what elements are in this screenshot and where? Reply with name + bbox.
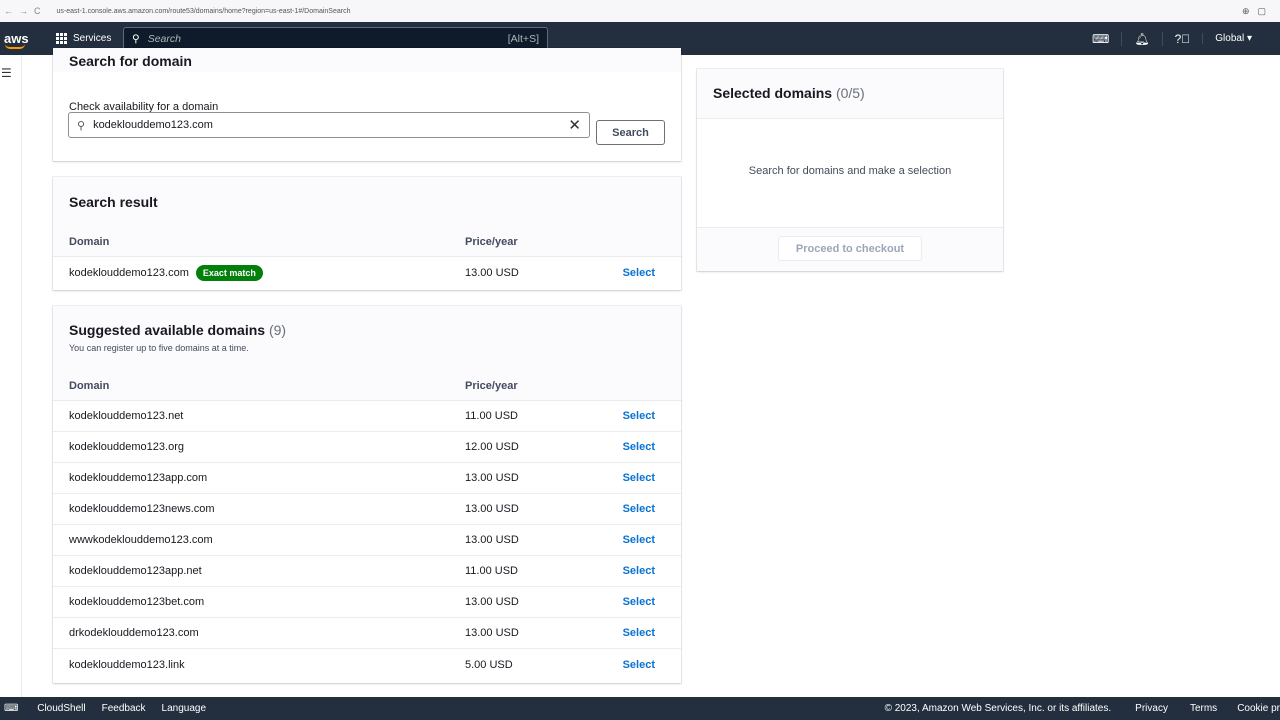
select-button[interactable]: Select — [605, 410, 665, 422]
aws-logo[interactable]: aws — [4, 31, 40, 49]
price: 13.00 USD — [465, 472, 519, 484]
search-panel: Search for domain Check availability for… — [53, 48, 681, 161]
services-menu[interactable]: Services — [56, 33, 111, 44]
domain-name: kodeklouddemo123.net — [69, 410, 184, 422]
table-row: kodeklouddemo123.net 11.00 USD Select — [53, 401, 681, 432]
select-button[interactable]: Select — [605, 441, 665, 453]
domain-name: kodeklouddemo123.com — [69, 266, 189, 279]
address-bar[interactable]: us-east-1.console.aws.amazon.com/route53… — [57, 8, 351, 15]
domain-name: drkodeklouddemo123.com — [69, 627, 199, 639]
search-result-title: Search result — [69, 194, 158, 210]
bell-icon[interactable]: 🔔︎ — [1121, 31, 1161, 46]
price: 13.00 USD — [465, 503, 519, 515]
copyright: © 2023, Amazon Web Services, Inc. or its… — [884, 703, 1112, 714]
col-domain: Domain — [69, 235, 110, 248]
table-row: kodeklouddemo123app.com 13.00 USD Select — [53, 463, 681, 494]
global-search-input[interactable]: ⚲ Search [Alt+S] — [123, 27, 548, 50]
domain-name: kodeklouddemo123.link — [69, 658, 185, 671]
suggested-count: (9) — [268, 322, 287, 338]
terms-link[interactable]: Terms — [1190, 703, 1217, 714]
domain-name: wwwkodeklouddemo123.com — [69, 534, 213, 546]
domain-name: kodeklouddemo123app.net — [69, 565, 202, 577]
select-button[interactable]: Select — [605, 596, 665, 608]
table-header: Domain Price/year — [53, 227, 681, 257]
table-row: kodeklouddemo123.org 12.00 USD Select — [53, 432, 681, 463]
domain-search-value: kodeklouddemo123.com — [93, 119, 213, 131]
price: 13.00 USD — [465, 627, 519, 639]
price: 12.00 USD — [465, 441, 519, 453]
domain-search-input[interactable]: ⚲ kodeklouddemo123.com ✕ — [68, 112, 590, 138]
price: 11.00 USD — [465, 565, 518, 577]
col-price: Price/year — [465, 235, 518, 248]
select-button[interactable]: Select — [605, 659, 665, 671]
cloudshell-icon[interactable]: ⌨ — [1080, 32, 1121, 46]
select-button[interactable]: Select — [605, 267, 665, 279]
suggested-title: Suggested available domains — [69, 322, 266, 338]
selected-title: Selected domains — [713, 85, 833, 101]
price: 13.00 USD — [465, 596, 519, 608]
cookie-link[interactable]: Cookie pr — [1237, 703, 1280, 714]
privacy-link[interactable]: Privacy — [1135, 703, 1168, 714]
select-button[interactable]: Select — [605, 472, 665, 484]
selected-count: (0/5) — [835, 85, 865, 101]
table-row: wwwkodeklouddemo123.com 13.00 USD Select — [53, 525, 681, 556]
table-row: kodeklouddemo123.com Exact match 13.00 US… — [53, 257, 681, 288]
domain-name: kodeklouddemo123news.com — [69, 503, 215, 515]
empty-message: Search for domains and make a selection — [748, 165, 952, 177]
help-icon[interactable]: ?⃝ — [1161, 31, 1203, 46]
price: 5.00 USD — [465, 658, 513, 671]
table-row: kodeklouddemo123bet.com 13.00 USD Select — [53, 587, 681, 618]
price: 11.00 USD — [465, 410, 518, 422]
col-price: Price/year — [465, 379, 518, 392]
search-placeholder: Search — [147, 32, 181, 45]
table-header: Domain Price/year — [53, 371, 681, 401]
hamburger-menu-icon[interactable]: ☰ — [1, 66, 12, 80]
col-domain: Domain — [69, 379, 110, 392]
region-selector[interactable]: Global ▾ — [1202, 33, 1280, 44]
price: 13.00 USD — [465, 534, 519, 546]
exact-match-badge: Exact match — [195, 264, 263, 281]
search-button[interactable]: Search — [596, 120, 665, 145]
search-result-panel: Search result Domain Price/year kodekloud… — [53, 177, 681, 290]
select-button[interactable]: Select — [605, 565, 665, 577]
table-row: kodeklouddemo123.link 5.00 USD Select — [53, 649, 681, 680]
suggested-subtitle: You can register up to five domains at a… — [69, 343, 249, 353]
feedback-link[interactable]: Feedback — [102, 703, 146, 714]
domain-name: kodeklouddemo123app.com — [69, 472, 208, 484]
search-icon: ⚲ — [77, 119, 86, 132]
select-button[interactable]: Select — [605, 627, 665, 639]
search-shortcut: [Alt+S] — [507, 32, 539, 45]
domain-name: kodeklouddemo123bet.com — [69, 596, 205, 608]
grid-icon — [56, 33, 67, 44]
browser-bar: ←→C us-east-1.console.aws.amazon.com/rou… — [0, 0, 1280, 22]
cloudshell-link[interactable]: ⌨ CloudShell — [4, 703, 86, 714]
services-label: Services — [73, 33, 112, 44]
sidebar-strip: ☰ — [0, 55, 22, 697]
language-link[interactable]: Language — [162, 703, 207, 714]
select-button[interactable]: Select — [605, 503, 665, 515]
browser-tools-icon[interactable]: ⊕▢ — [1242, 6, 1274, 17]
footer: ⌨ CloudShell Feedback Language © 2023, A… — [0, 697, 1280, 720]
search-icon: ⚲ — [132, 32, 140, 45]
table-row: kodeklouddemo123app.net 11.00 USD Select — [53, 556, 681, 587]
table-row: kodeklouddemo123news.com 13.00 USD Select — [53, 494, 681, 525]
search-panel-title: Search for domain — [69, 53, 192, 69]
browser-nav-icons[interactable]: ←→C — [4, 6, 47, 16]
table-row: drkodeklouddemo123.com 13.00 USD Select — [53, 618, 681, 649]
select-button[interactable]: Select — [605, 534, 665, 546]
proceed-to-checkout-button[interactable]: Proceed to checkout — [778, 236, 922, 261]
price: 13.00 USD — [465, 266, 519, 279]
selected-domains-panel: Selected domains (0/5) Search for domain… — [697, 69, 1003, 271]
clear-icon[interactable]: ✕ — [568, 116, 581, 134]
domain-name: kodeklouddemo123.org — [69, 441, 184, 453]
suggested-domains-panel: Suggested available domains (9) You can … — [53, 306, 681, 683]
